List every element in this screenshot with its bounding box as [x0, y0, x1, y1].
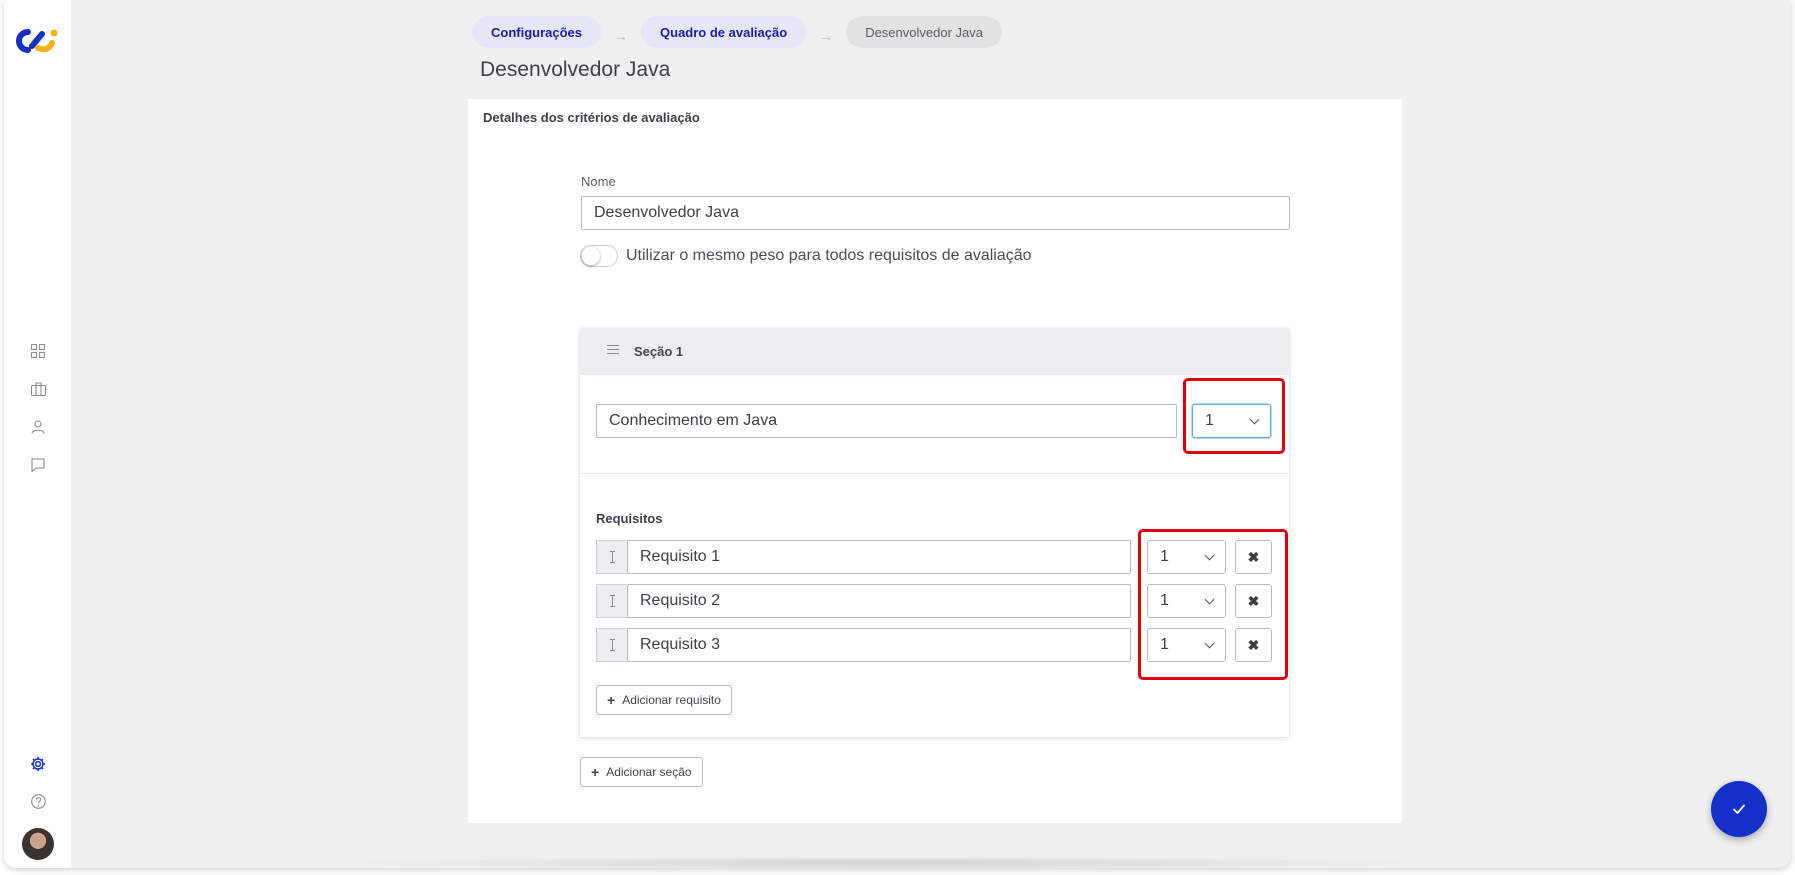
criterion-weight-value: 1	[1205, 412, 1214, 429]
check-icon	[1733, 804, 1745, 814]
user-icon[interactable]	[26, 415, 50, 439]
requirement-input[interactable]: Requisito 1	[627, 540, 1131, 574]
plus-icon: +	[607, 692, 616, 708]
add-section-label: Adicionar seção	[606, 765, 692, 779]
criteria-details-card: Detalhes dos critérios de avaliação Nome…	[468, 99, 1402, 823]
name-input[interactable]: Desenvolvedor Java	[581, 196, 1290, 230]
section-card: Seção 1 Conhecimento em Java 1 Requisito…	[580, 328, 1289, 737]
card-title: Detalhes dos critérios de avaliação	[483, 110, 700, 125]
drag-handle-icon[interactable]	[607, 345, 619, 355]
chevron-down-icon	[1249, 414, 1260, 424]
plus-icon: +	[591, 764, 600, 780]
chat-icon[interactable]	[26, 453, 50, 477]
save-fab-button[interactable]	[1711, 781, 1767, 837]
page-title: Desenvolvedor Java	[480, 58, 671, 81]
chevron-down-icon	[1204, 594, 1215, 604]
chevron-down-icon	[1204, 550, 1215, 560]
section-header: Seção 1	[580, 328, 1289, 375]
requirement-drag-handle-icon[interactable]	[596, 540, 627, 574]
same-weight-toggle[interactable]	[580, 245, 618, 267]
app-window: Configurações → Quadro de avaliação → De…	[4, 0, 1791, 868]
criterion-weight-select[interactable]: 1	[1192, 404, 1271, 438]
requirement-weight-select[interactable]: 1	[1147, 540, 1226, 574]
requirement-drag-handle-icon[interactable]	[596, 628, 627, 662]
chevron-down-icon	[1204, 638, 1215, 648]
criterion-input[interactable]: Conhecimento em Java	[596, 404, 1177, 438]
breadcrumb-arrow-icon: →	[819, 28, 834, 44]
section-divider	[580, 473, 1289, 474]
breadcrumb-current: Desenvolvedor Java	[846, 16, 1002, 48]
add-section-button[interactable]: + Adicionar seção	[580, 757, 703, 787]
logo[interactable]	[12, 26, 62, 56]
name-label: Nome	[581, 174, 616, 189]
requirement-drag-handle-icon[interactable]	[596, 584, 627, 618]
add-requirement-button[interactable]: + Adicionar requisito	[596, 685, 732, 715]
requirement-input[interactable]: Requisito 2	[627, 584, 1131, 618]
remove-requirement-button[interactable]: ✖	[1235, 584, 1272, 618]
grid-icon[interactable]	[26, 339, 50, 363]
same-weight-toggle-label: Utilizar o mesmo peso para todos requisi…	[626, 247, 1032, 264]
remove-requirement-button[interactable]: ✖	[1235, 628, 1272, 662]
breadcrumb: Configurações → Quadro de avaliação → De…	[472, 16, 1002, 48]
help-icon[interactable]	[26, 789, 50, 813]
requirement-weight-select[interactable]: 1	[1147, 584, 1226, 618]
avatar[interactable]	[22, 828, 54, 860]
requirement-weight-select[interactable]: 1	[1147, 628, 1226, 662]
requirement-weight-value: 1	[1160, 548, 1169, 565]
sidebar	[4, 0, 71, 868]
requirement-weight-value: 1	[1160, 592, 1169, 609]
requirement-input[interactable]: Requisito 3	[627, 628, 1131, 662]
gear-icon[interactable]	[26, 752, 50, 776]
breadcrumb-arrow-icon: →	[614, 28, 629, 44]
breadcrumb-quadro-de-avaliacao[interactable]: Quadro de avaliação	[641, 16, 807, 48]
requirements-heading: Requisitos	[596, 511, 663, 526]
bottom-shadow	[334, 856, 1434, 868]
briefcase-icon[interactable]	[26, 377, 50, 401]
section-title: Seção 1	[634, 344, 684, 359]
requirement-weight-value: 1	[1160, 636, 1169, 653]
add-requirement-label: Adicionar requisito	[622, 693, 721, 707]
remove-requirement-button[interactable]: ✖	[1235, 540, 1272, 574]
breadcrumb-configuracoes[interactable]: Configurações	[472, 16, 602, 48]
